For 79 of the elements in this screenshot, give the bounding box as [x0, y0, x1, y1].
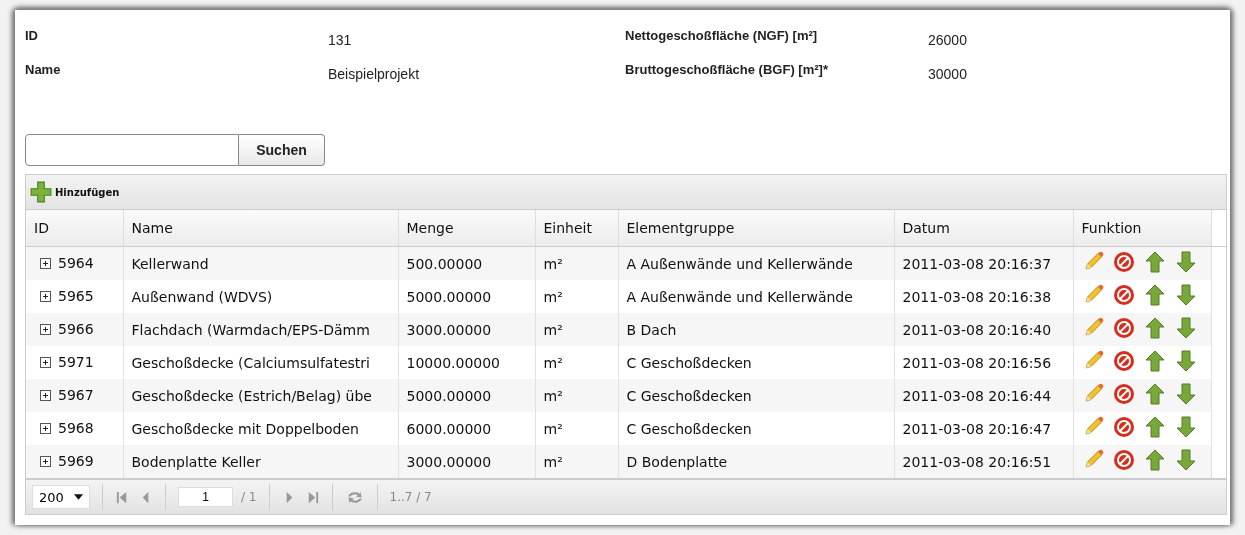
- delete-icon[interactable]: [1112, 449, 1135, 471]
- field-label: Name: [25, 62, 62, 79]
- table-cell: m²: [535, 445, 618, 478]
- table-cell: 2011-03-08 20:16:51: [894, 445, 1073, 478]
- delete-icon[interactable]: [1112, 284, 1135, 306]
- delete-icon[interactable]: [1112, 383, 1135, 405]
- expand-icon[interactable]: [40, 290, 51, 302]
- search-button[interactable]: Suchen: [239, 134, 325, 166]
- up-arrow-icon[interactable]: [1143, 350, 1166, 372]
- table-cell: 2011-03-08 20:16:40: [894, 313, 1073, 346]
- field-label: Bruttogeschoßfläche (BGF) [m²]*: [625, 62, 829, 79]
- table-cell: 5971: [58, 354, 94, 371]
- table-cell: 5966: [58, 321, 94, 338]
- plus-icon: [30, 181, 52, 203]
- table-cell: Geschoßdecke (Estrich/Belag) übe: [123, 379, 398, 412]
- table-cell: 5968: [58, 420, 94, 437]
- up-arrow-icon[interactable]: [1143, 416, 1166, 438]
- down-arrow-icon[interactable]: [1174, 317, 1197, 339]
- expand-icon[interactable]: [40, 422, 51, 434]
- down-arrow-icon[interactable]: [1174, 251, 1197, 273]
- table-cell: 2011-03-08 20:16:44: [894, 379, 1073, 412]
- down-arrow-icon[interactable]: [1174, 284, 1197, 306]
- field-value: 30000: [928, 65, 968, 82]
- table-cell: 5964: [58, 255, 94, 272]
- table-cell: m²: [535, 246, 618, 280]
- down-arrow-icon[interactable]: [1174, 350, 1197, 372]
- column-header[interactable]: Funktion: [1073, 210, 1211, 247]
- table-cell: 3000.00000: [398, 445, 535, 478]
- up-arrow-icon[interactable]: [1143, 284, 1166, 306]
- up-arrow-icon[interactable]: [1143, 317, 1166, 339]
- record-range: 1..7 / 7: [389, 490, 432, 504]
- delete-icon[interactable]: [1112, 251, 1135, 273]
- field-label: ID: [25, 28, 39, 45]
- up-arrow-icon[interactable]: [1143, 383, 1166, 405]
- table-cell: Bodenplatte Keller: [123, 445, 398, 478]
- expand-icon[interactable]: [40, 323, 51, 335]
- caret-icon: [74, 494, 83, 500]
- table-cell: 5965: [58, 288, 94, 305]
- table-cell: A Außenwände und Kellerwände: [618, 246, 894, 280]
- table-cell: 5000.00000: [398, 379, 535, 412]
- delete-icon[interactable]: [1112, 350, 1135, 372]
- field-value: Beispielprojekt: [328, 65, 421, 82]
- up-arrow-icon[interactable]: [1143, 449, 1166, 471]
- delete-icon[interactable]: [1112, 317, 1135, 339]
- page-input[interactable]: 1: [178, 487, 233, 507]
- column-header[interactable]: Elementgruppe: [618, 210, 894, 247]
- table-cell: B Dach: [618, 313, 894, 346]
- table-cell: 2011-03-08 20:16:37: [894, 246, 1073, 280]
- expand-icon[interactable]: [40, 389, 51, 401]
- table-cell: Kellerwand: [123, 246, 398, 280]
- table-cell: m²: [535, 379, 618, 412]
- table-cell: m²: [535, 313, 618, 346]
- column-header[interactable]: ID: [26, 210, 123, 247]
- down-arrow-icon[interactable]: [1174, 383, 1197, 405]
- delete-icon[interactable]: [1112, 416, 1135, 438]
- down-arrow-icon[interactable]: [1174, 416, 1197, 438]
- column-header[interactable]: Einheit: [535, 210, 618, 247]
- field-value: 26000: [928, 31, 968, 48]
- up-arrow-icon[interactable]: [1143, 251, 1166, 273]
- table-cell: Flachdach (Warmdach/EPS-Dämm: [123, 313, 398, 346]
- table-cell: C Geschoßdecken: [618, 379, 894, 412]
- search-field[interactable]: [25, 134, 239, 166]
- down-arrow-icon[interactable]: [1174, 449, 1197, 471]
- field-value: 131: [328, 31, 353, 48]
- column-header[interactable]: Datum: [894, 210, 1073, 247]
- expand-icon[interactable]: [40, 257, 51, 269]
- expand-icon[interactable]: [40, 356, 51, 368]
- page-total: / 1: [241, 490, 257, 504]
- column-header[interactable]: Menge: [398, 210, 535, 247]
- add-button[interactable]: Hinzufügen: [30, 181, 120, 203]
- page-size-select[interactable]: 200: [32, 485, 90, 509]
- expand-icon[interactable]: [40, 455, 51, 467]
- field-label: Nettogeschoßfläche (NGF) [m²]: [625, 28, 819, 45]
- column-header[interactable]: Name: [123, 210, 398, 247]
- table-cell: 500.00000: [398, 246, 535, 280]
- table-cell: 3000.00000: [398, 313, 535, 346]
- table-cell: 5969: [58, 453, 94, 470]
- table-cell: 5967: [58, 387, 94, 404]
- table-cell: D Bodenplatte: [618, 445, 894, 478]
